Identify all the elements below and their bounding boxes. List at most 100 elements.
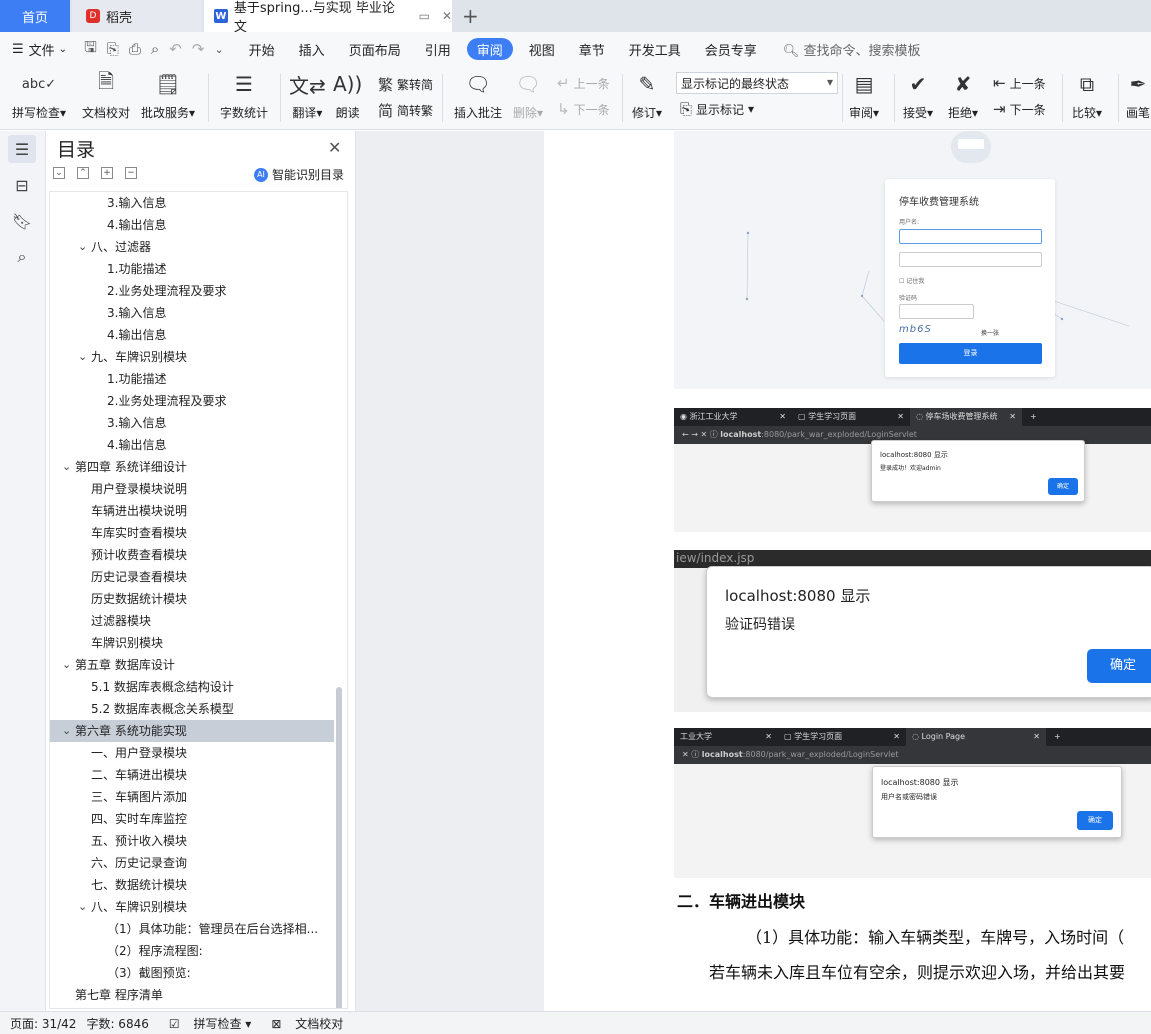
- delete-comment-button[interactable]: 🗨 删除▾: [513, 70, 543, 121]
- menu-tab[interactable]: 引用: [413, 38, 463, 60]
- track-changes-button[interactable]: ✎ 修订▾: [632, 70, 662, 121]
- compare-button[interactable]: ⧉ 比较▾: [1072, 70, 1102, 121]
- approve-service-button[interactable]: 🗒 批改服务▾: [141, 70, 195, 121]
- markup-state-select[interactable]: 显示标记的最终状态: [676, 72, 838, 94]
- toc-item[interactable]: 4.输出信息: [50, 434, 334, 456]
- toc-item[interactable]: 七、数据统计模块: [50, 874, 334, 896]
- toc-item[interactable]: 五、预计收入模块: [50, 830, 334, 852]
- translate-button[interactable]: 文⇄ 翻译▾: [289, 70, 326, 121]
- toc-item[interactable]: 用户登录模块说明: [50, 478, 334, 500]
- status-doc-check[interactable]: ⊠ 文档校对: [261, 1015, 343, 1032]
- expand-all-icon[interactable]: ⌄: [53, 167, 65, 179]
- collapse-all-icon[interactable]: ⌃: [77, 167, 89, 179]
- toc-item[interactable]: 车库实时查看模块: [50, 522, 334, 544]
- insert-comment-button[interactable]: 🗨 插入批注: [454, 70, 502, 121]
- menu-tab[interactable]: 插入: [287, 38, 337, 60]
- chevron-down-icon[interactable]: ⌄: [62, 720, 71, 742]
- accept-button[interactable]: ✔ 接受▾: [903, 70, 933, 121]
- tab-document[interactable]: W 基于spring...与实现 毕业论文 ▭ ✕: [204, 0, 452, 35]
- menu-tab[interactable]: 审阅: [466, 38, 513, 60]
- trad-to-simp-button[interactable]: 繁繁转简: [378, 74, 433, 95]
- toc-item[interactable]: 历史数据统计模块: [50, 588, 334, 610]
- close-icon[interactable]: ✕: [328, 138, 341, 157]
- toc-item[interactable]: 车辆进出模块说明: [50, 500, 334, 522]
- menu-tab[interactable]: 开始: [237, 38, 287, 60]
- page-indicator[interactable]: 页面: 31/42: [10, 1015, 76, 1032]
- new-tab-button[interactable]: +: [462, 4, 479, 28]
- word-count-button[interactable]: ☰ 字数统计: [220, 70, 268, 121]
- toc-item[interactable]: 1.功能描述: [50, 368, 334, 390]
- document-page[interactable]: 停车收费管理系统 用户名: ☐ 记住我 验证码 mb6S 换一张 登录 ◉ 浙江…: [544, 131, 1151, 1011]
- toc-item[interactable]: 1.功能描述: [50, 258, 334, 280]
- toc-item[interactable]: ⌄ 第四章 系统详细设计: [50, 456, 334, 478]
- add-heading-icon[interactable]: +: [101, 167, 113, 179]
- toc-item[interactable]: 4.输出信息: [50, 324, 334, 346]
- toc-item[interactable]: ⌄ 八、车牌识别模块: [50, 896, 334, 918]
- toc-item[interactable]: 车牌识别模块: [50, 632, 334, 654]
- doc-check-button[interactable]: 🗎 文档校对: [82, 69, 130, 121]
- remove-heading-icon[interactable]: −: [125, 167, 137, 179]
- search-icon[interactable]: ⌕: [8, 243, 36, 271]
- redo-icon[interactable]: ↷: [187, 40, 210, 58]
- menu-tab[interactable]: 开发工具: [617, 38, 693, 60]
- toc-item[interactable]: 5.1 数据库表概念结构设计: [50, 676, 334, 698]
- toc-item[interactable]: 3.输入信息: [50, 412, 334, 434]
- prev-change-button[interactable]: ⇤ 上一条: [993, 74, 1046, 92]
- tab-home[interactable]: 首页: [0, 0, 70, 32]
- chevron-down-icon[interactable]: ⌄: [78, 236, 87, 258]
- toc-item[interactable]: ⌄ 八、过滤器: [50, 236, 334, 258]
- menu-tab[interactable]: 章节: [567, 38, 617, 60]
- bookmark-icon[interactable]: 🔖︎: [8, 207, 36, 235]
- status-spell-check[interactable]: ☑ 拼写检查 ▾: [159, 1015, 251, 1032]
- menu-tab[interactable]: 会员专享: [693, 38, 769, 60]
- chevron-down-icon[interactable]: ⌄: [78, 896, 87, 918]
- read-aloud-button[interactable]: A)) 朗读: [333, 70, 362, 121]
- print-preview-icon[interactable]: ⌕: [146, 40, 164, 58]
- menu-tab[interactable]: 视图: [517, 38, 567, 60]
- quick-access-more-icon[interactable]: ⌄: [209, 43, 228, 56]
- toc-item[interactable]: （3）截图预览:: [50, 962, 334, 984]
- toc-item[interactable]: 四、实时车库监控: [50, 808, 334, 830]
- toc-item[interactable]: （1）具体功能：管理员在后台选择相...: [50, 918, 334, 940]
- toc-item[interactable]: 5.2 数据库表概念关系模型: [50, 698, 334, 720]
- word-count-indicator[interactable]: 字数: 6846: [86, 1015, 148, 1032]
- prev-comment-button[interactable]: ↵ 上一条: [557, 74, 610, 92]
- print-icon[interactable]: ⎙: [124, 40, 146, 58]
- spell-check-button[interactable]: abc✓ 拼写检查▾: [12, 70, 66, 121]
- toc-item[interactable]: 历史记录查看模块: [50, 566, 334, 588]
- save-icon[interactable]: 🖫: [79, 37, 102, 62]
- restore-window-icon[interactable]: ▭: [419, 9, 430, 23]
- toc-item[interactable]: 六、历史记录查询: [50, 852, 334, 874]
- export-pdf-icon[interactable]: ⎘: [102, 40, 124, 58]
- toc-item[interactable]: （2）程序流程图:: [50, 940, 334, 962]
- toc-item[interactable]: ⌄ 第五章 数据库设计: [50, 654, 334, 676]
- toc-item[interactable]: 三、车辆图片添加: [50, 786, 334, 808]
- toc-item[interactable]: 一、用户登录模块: [50, 742, 334, 764]
- document-canvas[interactable]: 停车收费管理系统 用户名: ☐ 记住我 验证码 mb6S 换一张 登录 ◉ 浙江…: [356, 131, 1151, 1011]
- toc-item[interactable]: 2.业务处理流程及要求: [50, 280, 334, 302]
- chapter-nav-icon[interactable]: ⊟: [8, 171, 36, 199]
- undo-icon[interactable]: ↶: [164, 40, 187, 58]
- toc-item[interactable]: 二、车辆进出模块: [50, 764, 334, 786]
- chevron-down-icon[interactable]: ⌄: [62, 456, 71, 478]
- toc-item[interactable]: 预计收费查看模块: [50, 544, 334, 566]
- toc-panel-icon[interactable]: ☰: [8, 135, 36, 163]
- close-tab-icon[interactable]: ✕: [442, 9, 452, 23]
- next-change-button[interactable]: ⇥ 下一条: [993, 100, 1046, 118]
- toc-item[interactable]: 3.输入信息: [50, 302, 334, 324]
- menu-tab[interactable]: 页面布局: [337, 38, 413, 60]
- toc-item[interactable]: 2.业务处理流程及要求: [50, 390, 334, 412]
- pen-button[interactable]: ✒ 画笔: [1126, 70, 1150, 121]
- next-comment-button[interactable]: ↳ 下一条: [557, 100, 610, 118]
- toc-item[interactable]: 过滤器模块: [50, 610, 334, 632]
- command-search[interactable]: 🔍︎ 查找命令、搜索模板: [783, 40, 921, 59]
- chevron-down-icon[interactable]: ⌄: [62, 654, 71, 676]
- toc-item[interactable]: 3.输入信息: [50, 192, 334, 214]
- smart-toc-button[interactable]: AI 智能识别目录: [254, 166, 344, 183]
- tab-daoke[interactable]: D 稻壳: [72, 0, 202, 32]
- chevron-down-icon[interactable]: ⌄: [78, 346, 87, 368]
- toc-item[interactable]: ⌄ 第六章 系统功能实现: [50, 720, 334, 742]
- simp-to-trad-button[interactable]: 简简转繁: [378, 100, 433, 121]
- review-pane-button[interactable]: ▤ 审阅▾: [849, 70, 879, 121]
- toc-item[interactable]: ⌄ 九、车牌识别模块: [50, 346, 334, 368]
